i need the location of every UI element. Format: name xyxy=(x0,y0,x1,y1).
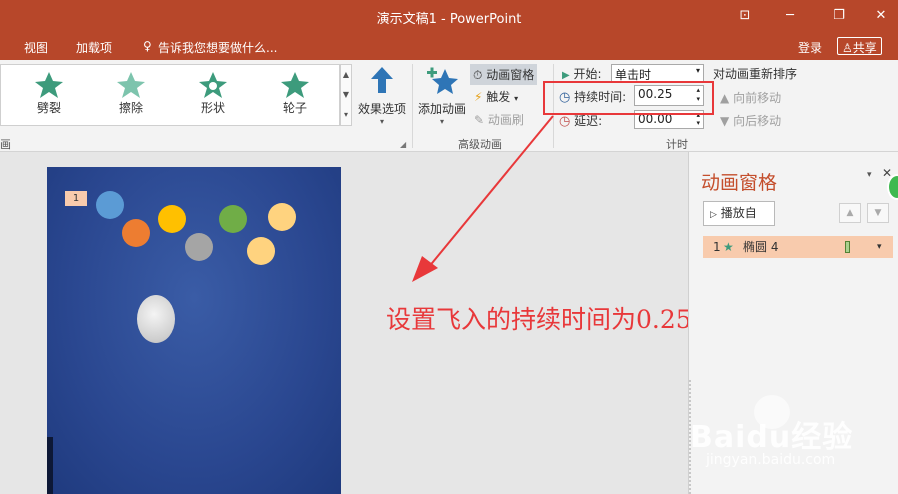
close-button[interactable]: ✕ xyxy=(866,4,896,28)
effect-label: 劈裂 xyxy=(36,101,61,115)
move-up-button[interactable]: ▲ xyxy=(839,203,861,223)
group-label-animation: 画 xyxy=(0,138,11,151)
moon-image[interactable] xyxy=(137,295,175,343)
effect-label: 擦除 xyxy=(118,101,143,115)
tab-addins[interactable]: 加载项 xyxy=(76,39,112,56)
item-name: 椭圆 4 xyxy=(743,240,779,254)
title-bar: 演示文稿1 - PowerPoint ⊡ ─ ❐ ✕ xyxy=(0,0,898,34)
play-from-label: 播放自 xyxy=(720,206,757,220)
circle-orange[interactable] xyxy=(122,219,150,247)
effect-label: 轮子 xyxy=(282,101,307,115)
play-from-button[interactable]: ▷ 播放自 xyxy=(703,201,775,226)
trigger-button[interactable]: ⚡ 触发 ▾ xyxy=(474,88,518,105)
window-title: 演示文稿1 - PowerPoint xyxy=(376,12,522,27)
circle-light-yellow[interactable] xyxy=(268,203,296,231)
effect-wheel[interactable]: 轮子 xyxy=(265,69,325,116)
delay-label: 延迟: xyxy=(574,114,603,128)
star-icon xyxy=(199,72,227,98)
animation-gallery: 劈裂 擦除 形状 轮子 xyxy=(0,64,340,126)
tree-silhouette xyxy=(47,437,53,494)
move-down-button[interactable]: ▼ xyxy=(867,203,889,223)
chevron-up-icon[interactable]: ▲ xyxy=(341,65,351,85)
person-icon: ♙ xyxy=(842,41,853,55)
green-badge-icon xyxy=(887,174,898,200)
start-value: 单击时 xyxy=(615,68,652,82)
ribbon-display-icon[interactable]: ⊡ xyxy=(730,4,760,28)
pane-menu-icon[interactable]: ▾ xyxy=(867,170,872,180)
tell-me-box[interactable]: 告诉我您想要做什么... xyxy=(158,39,277,56)
share-button[interactable]: ♙共享 xyxy=(837,37,882,55)
circle-light-yellow-2[interactable] xyxy=(247,237,275,265)
paw-icon xyxy=(754,395,790,429)
tab-view[interactable]: 视图 xyxy=(24,39,48,56)
move-earlier-label: 向前移动 xyxy=(733,91,782,105)
play-icon: ▷ xyxy=(710,210,717,220)
triangle-up-icon: ▲ xyxy=(720,91,730,105)
item-index: 1 xyxy=(713,240,721,254)
star-icon xyxy=(35,72,63,98)
more-icon[interactable]: ▾ xyxy=(341,105,351,125)
share-label: 共享 xyxy=(852,41,877,55)
animation-pane-button[interactable]: ⏱ 动画窗格 xyxy=(470,64,538,85)
arrow-up-icon xyxy=(371,67,393,93)
circle-gray[interactable] xyxy=(185,233,213,261)
highlight-box xyxy=(543,81,714,115)
add-star-icon xyxy=(427,67,458,94)
menu-bar: 视图 加载项 ♀ 告诉我您想要做什么... 登录 ♙共享 xyxy=(0,34,898,60)
move-later-button[interactable]: ▼ 向后移动 xyxy=(720,112,781,129)
star-icon xyxy=(281,72,309,98)
effect-label: 形状 xyxy=(200,101,225,115)
circle-blue[interactable] xyxy=(96,191,124,219)
move-earlier-button[interactable]: ▲ 向前移动 xyxy=(720,89,781,106)
animation-badge[interactable]: 1 xyxy=(65,191,87,206)
circle-green[interactable] xyxy=(219,205,247,233)
gallery-scroll[interactable]: ▲ ▼ ▾ xyxy=(340,64,352,126)
delay-clock-icon: ◷ xyxy=(559,114,571,129)
chevron-down-icon[interactable]: ▼ xyxy=(341,85,351,105)
lightbulb-icon: ♀ xyxy=(143,39,152,53)
animation-list-item[interactable]: 1 ★ 椭圆 4 ▾ xyxy=(703,236,893,258)
move-later-label: 向后移动 xyxy=(733,114,782,128)
timeline-bar[interactable] xyxy=(845,241,850,253)
trigger-label: 触发 xyxy=(486,90,511,104)
animation-pane-icon: ⏱ xyxy=(473,68,483,82)
annotation-text: 设置飞入的持续时间为0.25秒 xyxy=(386,305,717,334)
dropdown-arrow-icon: ▾ xyxy=(695,66,700,75)
reorder-title: 对动画重新排序 xyxy=(713,67,798,81)
circle-gold[interactable] xyxy=(158,205,186,233)
animation-pane-label: 动画窗格 xyxy=(486,68,535,82)
triangle-down-icon: ▼ xyxy=(720,114,730,128)
star-icon: ★ xyxy=(723,240,734,254)
start-label-group: ▶ 开始: xyxy=(562,65,602,82)
restore-button[interactable]: ❐ xyxy=(824,4,854,28)
annotation-arrow xyxy=(412,115,554,282)
minimize-button[interactable]: ─ xyxy=(775,4,805,28)
play-icon: ▶ xyxy=(562,70,570,81)
login-link[interactable]: 登录 xyxy=(798,39,822,56)
effect-split[interactable]: 劈裂 xyxy=(19,69,79,116)
group-label-timing: 计时 xyxy=(666,138,688,151)
star-icon xyxy=(117,72,145,98)
lightning-icon: ⚡ xyxy=(474,90,483,104)
effect-wipe[interactable]: 擦除 xyxy=(101,69,161,116)
dropdown-arrow-icon[interactable]: ▾ xyxy=(877,236,882,258)
slide-canvas[interactable]: 1 xyxy=(47,167,341,494)
watermark-url: jingyan.baidu.com xyxy=(706,452,836,468)
pane-title: 动画窗格 xyxy=(701,172,778,194)
dropdown-arrow-icon: ▾ xyxy=(514,94,519,103)
effect-shape[interactable]: 形状 xyxy=(183,69,243,116)
start-label: 开始: xyxy=(573,67,602,81)
